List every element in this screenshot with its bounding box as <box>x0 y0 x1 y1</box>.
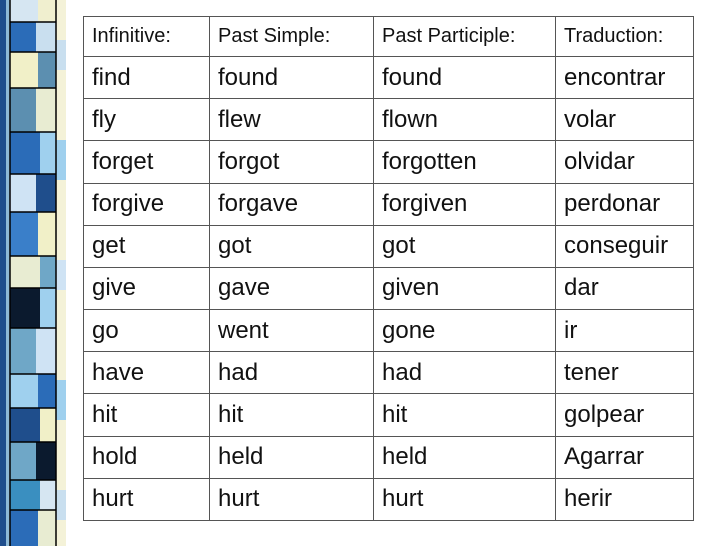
table-row: find found found encontrar <box>83 55 694 100</box>
cell-traduction: conseguir <box>555 224 694 268</box>
cell-past-simple: got <box>209 224 374 268</box>
cell-infinitive: get <box>83 224 210 268</box>
cell-infinitive: forget <box>83 140 210 184</box>
cell-infinitive: go <box>83 309 210 353</box>
table-row: hurt hurt hurt herir <box>83 477 694 522</box>
table-row: go went gone ir <box>83 309 694 353</box>
cell-traduction: olvidar <box>555 140 694 184</box>
cell-past-simple: gave <box>209 266 374 311</box>
cell-past-participle: gone <box>373 309 556 353</box>
cell-past-participle: flown <box>373 98 556 142</box>
table-row: hold held held Agarrar <box>83 435 694 479</box>
cell-traduction: golpear <box>555 393 694 437</box>
table-row: hit hit hit golpear <box>83 393 694 437</box>
table-row: forget forgot forgotten olvidar <box>83 140 694 184</box>
cell-past-simple: found <box>209 55 374 100</box>
cell-past-participle: given <box>373 266 556 311</box>
header-past-simple: Past Simple: <box>209 16 374 57</box>
cell-traduction: dar <box>555 266 694 311</box>
cell-past-participle: found <box>373 55 556 100</box>
cell-infinitive: hit <box>83 393 210 437</box>
cell-infinitive: give <box>83 266 210 311</box>
cell-past-simple: had <box>209 351 374 395</box>
cell-infinitive: fly <box>83 98 210 142</box>
cell-past-participle: got <box>373 224 556 268</box>
cell-traduction: tener <box>555 351 694 395</box>
header-past-participle: Past Participle: <box>373 16 556 57</box>
table-row: have had had tener <box>83 351 694 395</box>
cell-infinitive: forgive <box>83 182 210 226</box>
cell-infinitive: find <box>83 55 210 100</box>
cell-past-simple: went <box>209 309 374 353</box>
cell-past-participle: forgiven <box>373 182 556 226</box>
cell-infinitive: hurt <box>83 477 210 522</box>
table-row: forgive forgave forgiven perdonar <box>83 182 694 226</box>
cell-traduction: encontrar <box>555 55 694 100</box>
cell-past-participle: hurt <box>373 477 556 522</box>
cell-traduction: ir <box>555 309 694 353</box>
cell-past-participle: held <box>373 435 556 479</box>
cell-traduction: volar <box>555 98 694 142</box>
cell-past-simple: forgot <box>209 140 374 184</box>
table-row: fly flew flown volar <box>83 98 694 142</box>
cell-past-participle: had <box>373 351 556 395</box>
cell-past-participle: hit <box>373 393 556 437</box>
header-infinitive: Infinitive: <box>83 16 210 57</box>
cell-past-simple: forgave <box>209 182 374 226</box>
cell-past-participle: forgotten <box>373 140 556 184</box>
table-row: get got got conseguir <box>83 224 694 268</box>
cell-past-simple: held <box>209 435 374 479</box>
header-row: Infinitive: Past Simple: Past Participle… <box>83 16 694 57</box>
header-traduction: Traduction: <box>555 16 694 57</box>
cell-past-simple: hit <box>209 393 374 437</box>
cell-traduction: herir <box>555 477 694 522</box>
decorative-strip <box>0 0 74 546</box>
cell-past-simple: hurt <box>209 477 374 522</box>
cell-infinitive: hold <box>83 435 210 479</box>
cell-past-simple: flew <box>209 98 374 142</box>
table-row: give gave given dar <box>83 266 694 311</box>
cell-infinitive: have <box>83 351 210 395</box>
cell-traduction: perdonar <box>555 182 694 226</box>
decorative-pattern <box>0 0 74 546</box>
irregular-verbs-table: Infinitive: Past Simple: Past Participle… <box>83 16 694 522</box>
cell-traduction: Agarrar <box>555 435 694 479</box>
